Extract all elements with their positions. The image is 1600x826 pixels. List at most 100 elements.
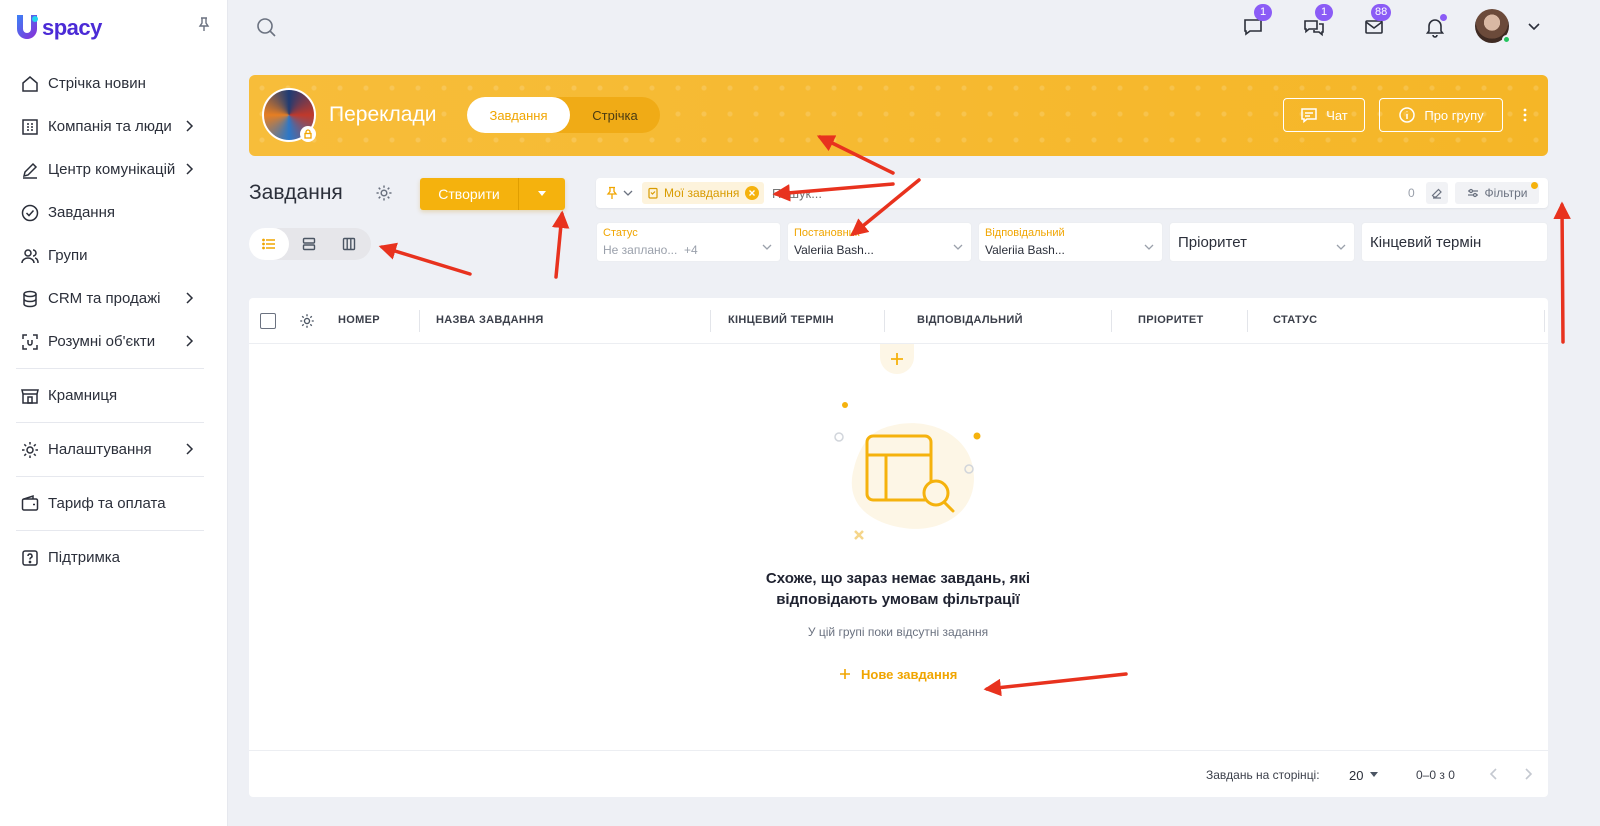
messages-button[interactable]: 1: [1301, 4, 1333, 40]
chevron-down-icon: [953, 238, 963, 250]
building-icon: [20, 117, 40, 137]
sidebar-item-crm[interactable]: CRM та продажі: [0, 277, 228, 320]
column-settings-icon[interactable]: [298, 312, 316, 330]
about-group-button[interactable]: Про групу: [1379, 98, 1503, 132]
wallet-icon: [20, 494, 40, 514]
pin-preset-button[interactable]: [605, 185, 635, 201]
notifications-button[interactable]: [1422, 14, 1448, 40]
chevron-down-icon: [623, 190, 633, 196]
lock-icon: [300, 126, 316, 142]
logo-text: spacy: [42, 15, 102, 40]
view-switcher: [249, 228, 371, 260]
chevron-right-icon: [184, 334, 194, 348]
sidebar-item-company[interactable]: Компанія та люди: [0, 105, 228, 148]
sidebar-item-support[interactable]: Підтримка: [0, 536, 228, 579]
kanban-view-button[interactable]: [329, 228, 369, 260]
sidebar-item-label: Стрічка новин: [48, 75, 146, 92]
column-separator[interactable]: [1544, 310, 1545, 332]
filter-count: 0: [1408, 186, 1415, 200]
create-button[interactable]: Створити: [420, 178, 519, 210]
sidebar-item-groups[interactable]: Групи: [0, 234, 228, 277]
database-icon: [20, 289, 40, 309]
search-icon[interactable]: [255, 16, 277, 38]
assignee-filter-select[interactable]: Відповідальний Valeriia Bash...: [978, 222, 1163, 262]
group-chat-button[interactable]: Чат: [1283, 98, 1365, 132]
filter-chip-my-tasks[interactable]: Мої завдання: [642, 182, 765, 204]
edit-icon: [20, 160, 40, 180]
status-filter-select[interactable]: Статус Не заплано... +4: [596, 222, 781, 262]
clear-filters-button[interactable]: [1426, 182, 1448, 204]
column-separator[interactable]: [1247, 310, 1248, 332]
assignee-filter-label: Відповідальний: [985, 227, 1065, 239]
chat-button[interactable]: 1: [1240, 4, 1272, 40]
chevron-down-icon: [1144, 238, 1154, 250]
priority-filter-placeholder: Пріоритет: [1178, 234, 1247, 251]
column-separator[interactable]: [710, 310, 711, 332]
plus-icon: [891, 353, 903, 365]
logo[interactable]: spacy: [14, 12, 102, 44]
notification-dot: [1440, 14, 1447, 21]
column-header-title[interactable]: НАЗВА ЗАВДАННЯ: [436, 314, 544, 326]
sidebar-item-news[interactable]: Стрічка новин: [0, 62, 228, 105]
per-page-label: Завдань на сторінці:: [1206, 768, 1320, 782]
chevron-left-icon: [1489, 768, 1497, 780]
priority-filter-select[interactable]: Пріоритет: [1169, 222, 1355, 262]
filter-chip-label: Мої завдання: [664, 186, 740, 200]
status-filter-more: +4: [684, 243, 698, 257]
sidebar-item-store[interactable]: Крамниця: [0, 374, 228, 417]
prev-page-button[interactable]: [1487, 766, 1501, 782]
select-all-checkbox[interactable]: [260, 313, 276, 329]
sidebar-item-label: Тариф та оплата: [48, 495, 166, 512]
pin-icon: [606, 186, 618, 199]
mail-button[interactable]: 88: [1361, 4, 1392, 40]
pin-icon[interactable]: [196, 16, 212, 32]
about-group-label: Про групу: [1424, 107, 1484, 123]
more-vertical-icon[interactable]: [1521, 107, 1529, 123]
deadline-filter-select[interactable]: Кінцевий термін: [1361, 222, 1548, 262]
sidebar-item-label: Центр комунікацій: [48, 161, 176, 178]
check-circle-icon: [20, 203, 40, 223]
new-task-button[interactable]: Нове завдання: [839, 665, 957, 683]
topbar: 1 1 88: [229, 0, 1600, 54]
column-header-status[interactable]: СТАТУС: [1273, 314, 1317, 326]
creator-filter-select[interactable]: Постановник Valeriia Bash...: [787, 222, 972, 262]
page-title: Завдання: [249, 181, 343, 204]
column-separator[interactable]: [419, 310, 420, 332]
sidebar-item-settings[interactable]: Налаштування: [0, 428, 228, 471]
list-view-button[interactable]: [249, 228, 289, 260]
caret-down-icon: [1370, 772, 1379, 777]
sidebar-item-communications[interactable]: Центр комунікацій: [0, 148, 228, 191]
sidebar-item-label: Крамниця: [48, 387, 118, 404]
close-icon[interactable]: [745, 186, 760, 200]
rows-view-button[interactable]: [289, 228, 329, 260]
annotation-arrow: [378, 242, 472, 276]
sidebar-item-label: Завдання: [48, 204, 115, 221]
gear-icon[interactable]: [374, 183, 394, 203]
sidebar-item-tasks[interactable]: Завдання: [0, 191, 228, 234]
tab-feed[interactable]: Стрічка: [570, 97, 660, 133]
column-header-number[interactable]: НОМЕР: [338, 314, 380, 326]
column-separator[interactable]: [884, 310, 885, 332]
create-dropdown-button[interactable]: [519, 178, 565, 210]
next-page-button[interactable]: [1521, 766, 1535, 782]
clipboard-icon: [648, 187, 658, 199]
column-header-deadline[interactable]: КІНЦЕВИЙ ТЕРМІН: [728, 314, 834, 326]
sidebar-item-billing[interactable]: Тариф та оплата: [0, 482, 228, 525]
column-header-priority[interactable]: ПРІОРИТЕТ: [1138, 314, 1204, 326]
sidebar-item-label: Розумні об'єкти: [48, 333, 156, 350]
sidebar: spacy Стрічка новин Компанія та люди Цен…: [0, 0, 228, 826]
column-header-assignee[interactable]: ВІДПОВІДАЛЬНИЙ: [917, 314, 1023, 326]
add-task-inline-button[interactable]: [880, 344, 914, 374]
per-page-select[interactable]: 20: [1349, 765, 1389, 785]
sidebar-item-smart-objects[interactable]: Розумні об'єкти: [0, 320, 228, 363]
filter-bar: Мої завдання 0 Фільтри: [596, 178, 1548, 208]
sidebar-divider: [16, 476, 204, 477]
tab-tasks[interactable]: Завдання: [467, 97, 570, 133]
sidebar-item-label: Підтримка: [48, 549, 121, 566]
column-separator[interactable]: [1111, 310, 1112, 332]
filters-button[interactable]: Фільтри: [1455, 182, 1539, 204]
filter-search-input[interactable]: [772, 182, 1272, 204]
annotation-arrow: [1553, 201, 1571, 344]
chevron-down-icon[interactable]: [1527, 20, 1541, 32]
status-filter-value-text: Не заплано...: [603, 243, 678, 257]
